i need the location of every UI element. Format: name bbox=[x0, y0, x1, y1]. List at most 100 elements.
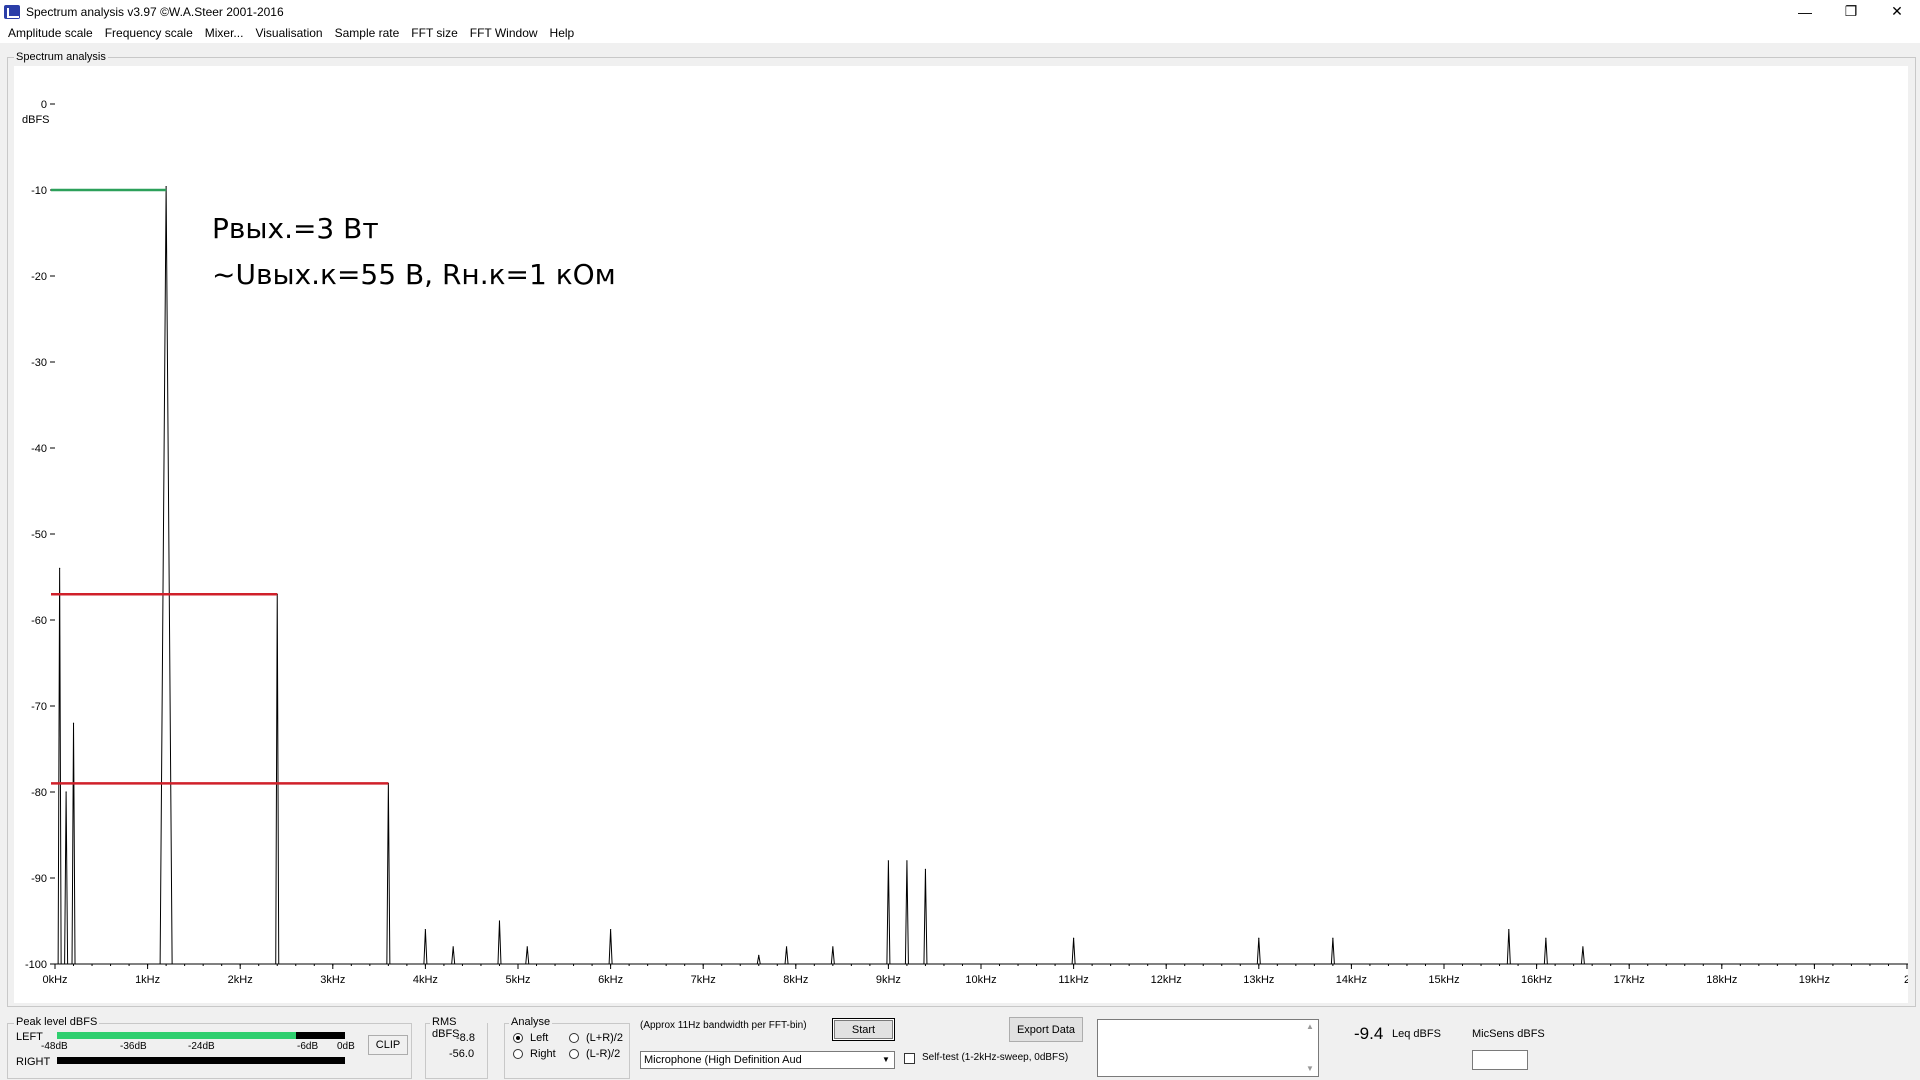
meter-scale-24: -24dB bbox=[188, 1041, 215, 1052]
x-tick-label: 7kHz bbox=[691, 974, 716, 986]
spectrum-trace-path bbox=[55, 186, 1907, 965]
x-tick-label: 18kHz bbox=[1706, 974, 1737, 986]
spectrum-peak-point bbox=[165, 185, 167, 188]
analyse-sum-radio[interactable] bbox=[569, 1033, 579, 1043]
scroll-down-icon[interactable]: ▼ bbox=[1305, 1064, 1315, 1073]
spectrum-peak-point bbox=[424, 929, 426, 931]
y-tick-label: -40 bbox=[31, 443, 47, 455]
x-tick-label: 2kHz bbox=[228, 974, 253, 986]
x-tick-label: 12kHz bbox=[1151, 974, 1182, 986]
meter-scale-6: -6dB bbox=[297, 1041, 319, 1052]
spectrum-peak-point bbox=[887, 860, 890, 862]
y-tick-label: -100 bbox=[25, 959, 47, 971]
analyse-left-label[interactable]: Left bbox=[530, 1032, 548, 1044]
scroll-up-icon[interactable]: ▲ bbox=[1305, 1022, 1315, 1031]
right-channel-label: RIGHT bbox=[16, 1056, 51, 1068]
leq-label: Leq dBFS bbox=[1392, 1028, 1441, 1040]
spectrum-peak-point bbox=[785, 946, 788, 948]
menu-fft-size[interactable]: FFT size bbox=[405, 23, 463, 43]
log-textbox[interactable] bbox=[1097, 1019, 1319, 1077]
y-tick-label: -70 bbox=[31, 701, 47, 713]
meter-scale-0: 0dB bbox=[337, 1041, 355, 1052]
spectrum-peak-point bbox=[1332, 937, 1334, 939]
annotation-line-1: Рвых.=3 Вт bbox=[212, 212, 379, 245]
export-data-button[interactable]: Export Data bbox=[1009, 1017, 1083, 1042]
x-tick-label: 15kHz bbox=[1428, 974, 1459, 986]
y-axis-label: dBFS bbox=[22, 114, 50, 126]
right-peak-meter-bg bbox=[57, 1057, 345, 1064]
spectrum-peak-point bbox=[59, 567, 61, 569]
menu-fft-window[interactable]: FFT Window bbox=[464, 23, 544, 43]
y-tick-label: -90 bbox=[31, 873, 47, 885]
analyse-sum-label[interactable]: (L+R)/2 bbox=[586, 1032, 623, 1044]
analyse-diff-label[interactable]: (L-R)/2 bbox=[586, 1048, 620, 1060]
close-button[interactable]: ✕ bbox=[1874, 0, 1920, 23]
maximize-button[interactable]: ❐ bbox=[1828, 0, 1874, 23]
menu-visualisation[interactable]: Visualisation bbox=[249, 23, 328, 43]
leq-value: -9.4 bbox=[1354, 1024, 1384, 1043]
spectrum-peak-point bbox=[1258, 937, 1260, 939]
micsens-label: MicSens dBFS bbox=[1472, 1028, 1545, 1040]
spectrum-peak-point bbox=[1073, 937, 1075, 939]
spectrum-peak-point bbox=[832, 946, 834, 948]
spectrum-trace bbox=[55, 185, 1907, 965]
spectrum-peak-point bbox=[924, 868, 927, 871]
y-tick-label: -10 bbox=[31, 185, 47, 197]
clip-indicator[interactable]: CLIP bbox=[368, 1035, 408, 1055]
analyse-right-radio[interactable] bbox=[513, 1049, 523, 1059]
menu-amplitude-scale[interactable]: Amplitude scale bbox=[2, 23, 99, 43]
peak-level-label: Peak level dBFS bbox=[14, 1016, 100, 1028]
x-tick-label: 17kHz bbox=[1614, 974, 1645, 986]
y-tick-label: 0 bbox=[41, 99, 47, 111]
spectrum-peak-point bbox=[526, 946, 528, 948]
app-icon bbox=[4, 4, 20, 19]
spectrum-peak-point bbox=[1582, 946, 1584, 948]
menu-sample-rate[interactable]: Sample rate bbox=[329, 23, 406, 43]
self-test-label[interactable]: Self-test (1-2kHz-sweep, 0dBFS) bbox=[922, 1052, 1068, 1063]
left-channel-label: LEFT bbox=[16, 1031, 43, 1043]
analyse-right-label[interactable]: Right bbox=[530, 1048, 556, 1060]
bandwidth-note: (Approx 11Hz bandwidth per FFT-bin) bbox=[640, 1020, 807, 1031]
left-peak-meter-fill bbox=[57, 1032, 297, 1039]
spectrum-plot-area: 0 -10 -20 -30 -40 -50 -60 -70 -80 -90 -100 0kHz 1kHz… bbox=[14, 66, 1908, 1003]
rms-right-value: -56.0 bbox=[449, 1048, 475, 1060]
x-tick-label: 16kHz bbox=[1521, 974, 1552, 986]
x-tick-label: 13kHz bbox=[1243, 974, 1274, 986]
spectrum-peak-point bbox=[72, 722, 75, 724]
input-device-value: Microphone (High Definition Aud bbox=[644, 1054, 802, 1066]
x-tick-label: 8kHz bbox=[783, 974, 808, 986]
spectrum-peak-point bbox=[906, 860, 908, 862]
x-tick-label: 3kHz bbox=[320, 974, 345, 986]
spectrum-chart: 0 -10 -20 -30 -40 -50 -60 -70 -80 -90 -100 0kHz 1kHz… bbox=[22, 99, 1908, 986]
menu-mixer[interactable]: Mixer... bbox=[199, 23, 250, 43]
spectrum-peak-point bbox=[1508, 929, 1510, 931]
chevron-down-icon[interactable]: ▼ bbox=[878, 1052, 894, 1068]
x-tick-label: 4kHz bbox=[413, 974, 438, 986]
y-tick-label: -50 bbox=[31, 529, 47, 541]
input-device-select[interactable]: Microphone (High Definition Aud ▼ bbox=[640, 1051, 895, 1069]
x-tick-label: 11kHz bbox=[1058, 974, 1088, 986]
menu-bar: Amplitude scale Frequency scale Mixer...… bbox=[0, 23, 1920, 43]
annotation-line-2: ~Uвых.к=55 В, Rн.к=1 кОм bbox=[212, 258, 616, 291]
x-tick-label: 2 bbox=[1904, 974, 1908, 986]
start-button[interactable]: Start bbox=[832, 1018, 895, 1041]
menu-help[interactable]: Help bbox=[544, 23, 581, 43]
analyse-label: Analyse bbox=[509, 1016, 553, 1028]
analyse-diff-radio[interactable] bbox=[569, 1049, 579, 1059]
minimize-button[interactable]: — bbox=[1782, 0, 1828, 23]
micsens-input[interactable] bbox=[1472, 1050, 1528, 1070]
x-tick-label: 14kHz bbox=[1336, 974, 1367, 986]
analyse-left-radio[interactable] bbox=[513, 1033, 523, 1043]
meter-scale-48: -48dB bbox=[41, 1041, 68, 1052]
spectrum-peak-point bbox=[498, 920, 501, 922]
window-controls: — ❐ ✕ bbox=[1782, 0, 1920, 23]
y-tick-label: -80 bbox=[31, 787, 47, 799]
x-tick-label: 19kHz bbox=[1799, 974, 1830, 986]
spectrum-peak-point bbox=[610, 929, 612, 931]
y-tick-label: -60 bbox=[31, 615, 47, 627]
spectrum-peak-point bbox=[452, 946, 454, 948]
x-tick-label: 6kHz bbox=[598, 974, 623, 986]
self-test-checkbox[interactable] bbox=[904, 1053, 915, 1064]
spectrum-peak-point bbox=[758, 954, 760, 957]
menu-frequency-scale[interactable]: Frequency scale bbox=[99, 23, 199, 43]
